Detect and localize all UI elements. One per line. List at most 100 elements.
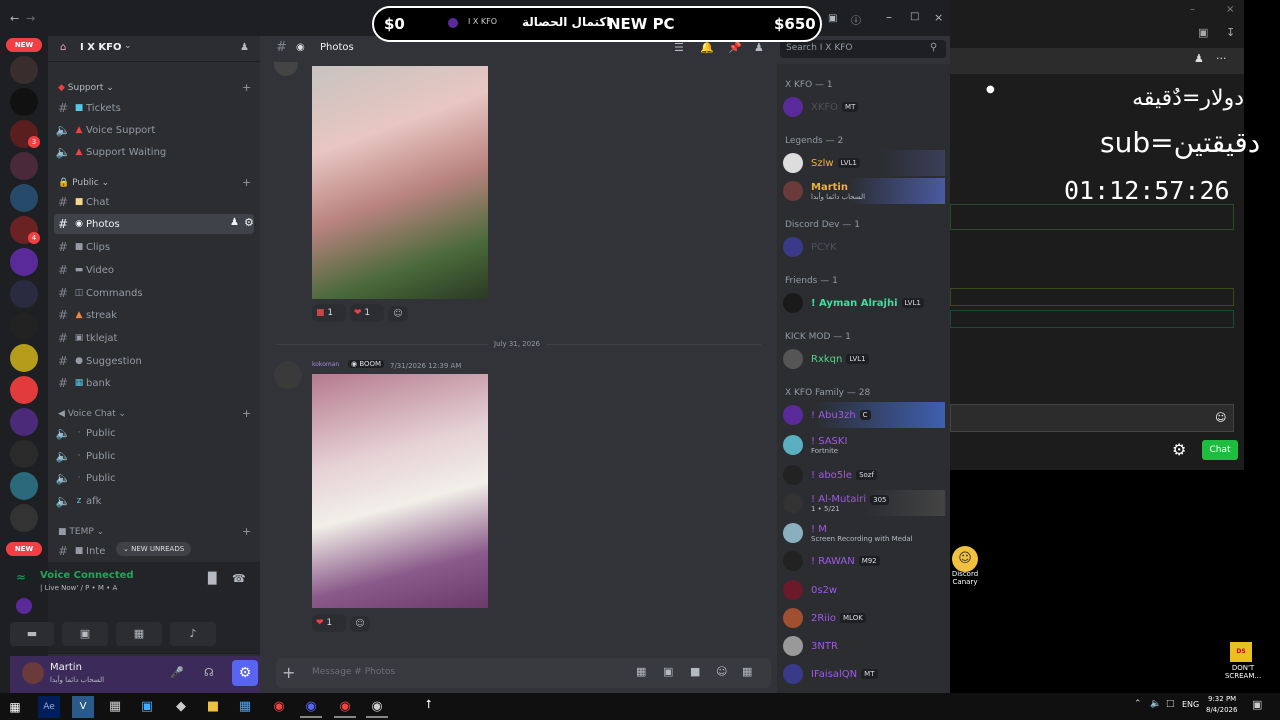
add-channel-icon[interactable]: + xyxy=(242,81,251,94)
invite-icon[interactable]: ♟ xyxy=(230,217,239,228)
add-channel-icon[interactable]: + xyxy=(242,176,251,189)
channel-commands[interactable]: # ◫ Commands xyxy=(54,283,254,303)
member-row[interactable]: Szlw LVL1 xyxy=(783,150,945,176)
avatar[interactable] xyxy=(274,361,302,389)
category-support[interactable]: ◆ Support ⌄ xyxy=(58,83,114,93)
clock-date[interactable]: 8/4/2026 xyxy=(1206,706,1237,714)
member-row[interactable]: XKFO MT xyxy=(783,94,945,120)
voice-channel-name[interactable]: | Live Now' / P • M • A xyxy=(40,584,117,592)
screen-share-button[interactable]: ▣ xyxy=(62,622,108,646)
server-icon[interactable] xyxy=(10,88,38,116)
share-icon[interactable]: ▣ xyxy=(1198,26,1208,39)
tray-chevron-icon[interactable]: ⌃ xyxy=(1134,699,1142,709)
category-voice-chat[interactable]: ◀ Voice Chat ⌄ xyxy=(58,409,126,419)
photo-attachment[interactable] xyxy=(312,66,488,299)
server-icon[interactable] xyxy=(10,248,38,276)
activities-button[interactable]: ▦ xyxy=(116,622,162,646)
channel-tklejat[interactable]: # ▣ tklejat xyxy=(54,328,254,348)
emoji-icon[interactable]: ☺ xyxy=(716,665,727,678)
search-input[interactable]: Search I X KFO ⚲ xyxy=(780,40,946,58)
app-icon[interactable]: ◆ xyxy=(170,696,192,718)
server-icon[interactable] xyxy=(10,376,38,404)
maximize-icon[interactable]: □ xyxy=(910,11,919,22)
voice-channel-public[interactable]: 🔈 · Public xyxy=(54,423,254,443)
headphones-icon[interactable]: ☊ xyxy=(204,666,214,679)
server-icon[interactable] xyxy=(10,472,38,500)
avatar[interactable] xyxy=(274,62,298,76)
sound-bars-icon[interactable]: █ xyxy=(208,572,216,585)
reaction[interactable]: ❤ 1 xyxy=(312,614,346,632)
chrome-icon[interactable]: ◉ xyxy=(334,696,356,718)
soundboard-button[interactable]: ♪ xyxy=(170,622,216,646)
notification-icon[interactable]: ▣ xyxy=(1252,698,1262,711)
channel-suggestion[interactable]: # ● Suggestion xyxy=(54,351,254,371)
gift-icon[interactable]: ▦ xyxy=(636,665,646,678)
channel-chat[interactable]: # ■ Chat xyxy=(54,192,254,212)
server-icon[interactable] xyxy=(10,280,38,308)
reaction[interactable]: ❤ 1 xyxy=(350,304,384,322)
after-effects-icon[interactable]: Ae xyxy=(38,696,60,718)
close-icon[interactable]: × xyxy=(1226,4,1234,15)
file-explorer-icon[interactable]: ■ xyxy=(202,696,224,718)
voice-channel-afk[interactable]: 🔈 z afk xyxy=(54,491,254,511)
channel-video[interactable]: # ▬ Video xyxy=(54,260,254,280)
volume-icon[interactable]: 🔈 xyxy=(1150,699,1161,709)
people-icon[interactable]: ♟ xyxy=(1194,52,1204,65)
add-member-icon[interactable]: ♟ xyxy=(240,42,249,53)
member-row[interactable]: ! SASKI Fortnite xyxy=(783,432,945,458)
app-icon[interactable]: ▣ xyxy=(136,696,158,718)
server-icon[interactable] xyxy=(10,344,38,372)
inbox-icon[interactable]: ▣ xyxy=(828,13,837,24)
forward-arrow-icon[interactable]: → xyxy=(26,12,35,25)
desktop-icon-label[interactable]: DON'T SCREAM... xyxy=(1216,664,1270,680)
apps-icon[interactable]: ▦ xyxy=(742,665,752,678)
reaction[interactable]: ■ 1 xyxy=(312,304,346,322)
chat-button[interactable]: Chat xyxy=(1202,440,1238,460)
member-row[interactable]: Rxkqn LVL1 xyxy=(783,346,945,372)
member-row[interactable]: ! Ayman Alrajhi LVL1 xyxy=(783,290,945,316)
voice-channel-public[interactable]: 🔈 · Public xyxy=(54,468,254,488)
server-icon[interactable] xyxy=(10,184,38,212)
channel-photos[interactable]: # ◉ Photos ♟ ⚙ xyxy=(54,214,254,234)
attach-plus-icon[interactable]: + xyxy=(282,663,295,682)
server-icon[interactable] xyxy=(10,440,38,468)
channel-streak[interactable]: # ▲ streak xyxy=(54,305,254,325)
member-row[interactable]: PCYK xyxy=(783,234,945,260)
camera-off-button[interactable]: ▬ xyxy=(10,622,54,646)
calculator-icon[interactable]: ▦ xyxy=(104,696,126,718)
close-icon[interactable]: × xyxy=(934,11,943,24)
gear-icon[interactable]: ⚙ xyxy=(1172,440,1186,459)
channel-clips[interactable]: # ■ Clips xyxy=(54,237,254,257)
server-icon[interactable] xyxy=(10,504,38,532)
vegas-icon[interactable]: V xyxy=(72,696,94,718)
category-temp[interactable]: ■ TEMP ⌄ xyxy=(58,527,104,537)
member-row[interactable]: ! Abu3zh C xyxy=(783,402,945,428)
add-channel-icon[interactable]: + xyxy=(242,407,251,420)
member-row[interactable]: ! Al-Mutairi 305 1 • 5/21 xyxy=(783,490,945,516)
member-row[interactable]: 3NTR xyxy=(783,633,945,659)
server-icon[interactable] xyxy=(10,312,38,340)
gear-icon[interactable]: ⚙ xyxy=(244,216,254,229)
clock-time[interactable]: 9:32 PM xyxy=(1208,695,1236,703)
microphone-icon[interactable]: 🎤 xyxy=(170,666,184,679)
pin-icon[interactable]: 📌 xyxy=(728,41,742,54)
back-arrow-icon[interactable]: ← xyxy=(10,12,19,25)
gif-icon[interactable]: ▣ xyxy=(663,665,673,678)
server-header[interactable]: ⌂ I X KFO ⌄ ♟ xyxy=(48,36,260,62)
member-row[interactable]: Martin السحاب دائما وأبدا xyxy=(783,178,945,204)
channel-voice-support[interactable]: 🔈 ▲ Voice Support xyxy=(54,120,254,140)
sticker-icon[interactable]: ■ xyxy=(690,665,700,678)
message-input[interactable]: + Message # Photos ▦ ▣ ■ ☺ ▦ xyxy=(276,658,771,688)
discord-canary-icon[interactable]: ☺ xyxy=(952,546,978,572)
channel-support-waiting[interactable]: 🔈 ▲ Support Waiting xyxy=(54,142,254,162)
member-row[interactable]: 2Riio MLOK xyxy=(783,605,945,631)
channel-bank[interactable]: # ▦ bank xyxy=(54,373,254,393)
minimize-icon[interactable]: – xyxy=(886,10,892,24)
minimize-icon[interactable]: – xyxy=(1190,4,1195,15)
disconnect-icon[interactable]: ☎ xyxy=(232,572,246,585)
network-icon[interactable]: □ xyxy=(1166,699,1175,709)
member-row[interactable]: ! abo5le Sozf xyxy=(783,462,945,488)
obs-icon[interactable]: ◉ xyxy=(366,696,388,718)
add-channel-icon[interactable]: + xyxy=(242,525,251,538)
member-row[interactable]: ! M Screen Recording with Medal xyxy=(783,520,945,546)
